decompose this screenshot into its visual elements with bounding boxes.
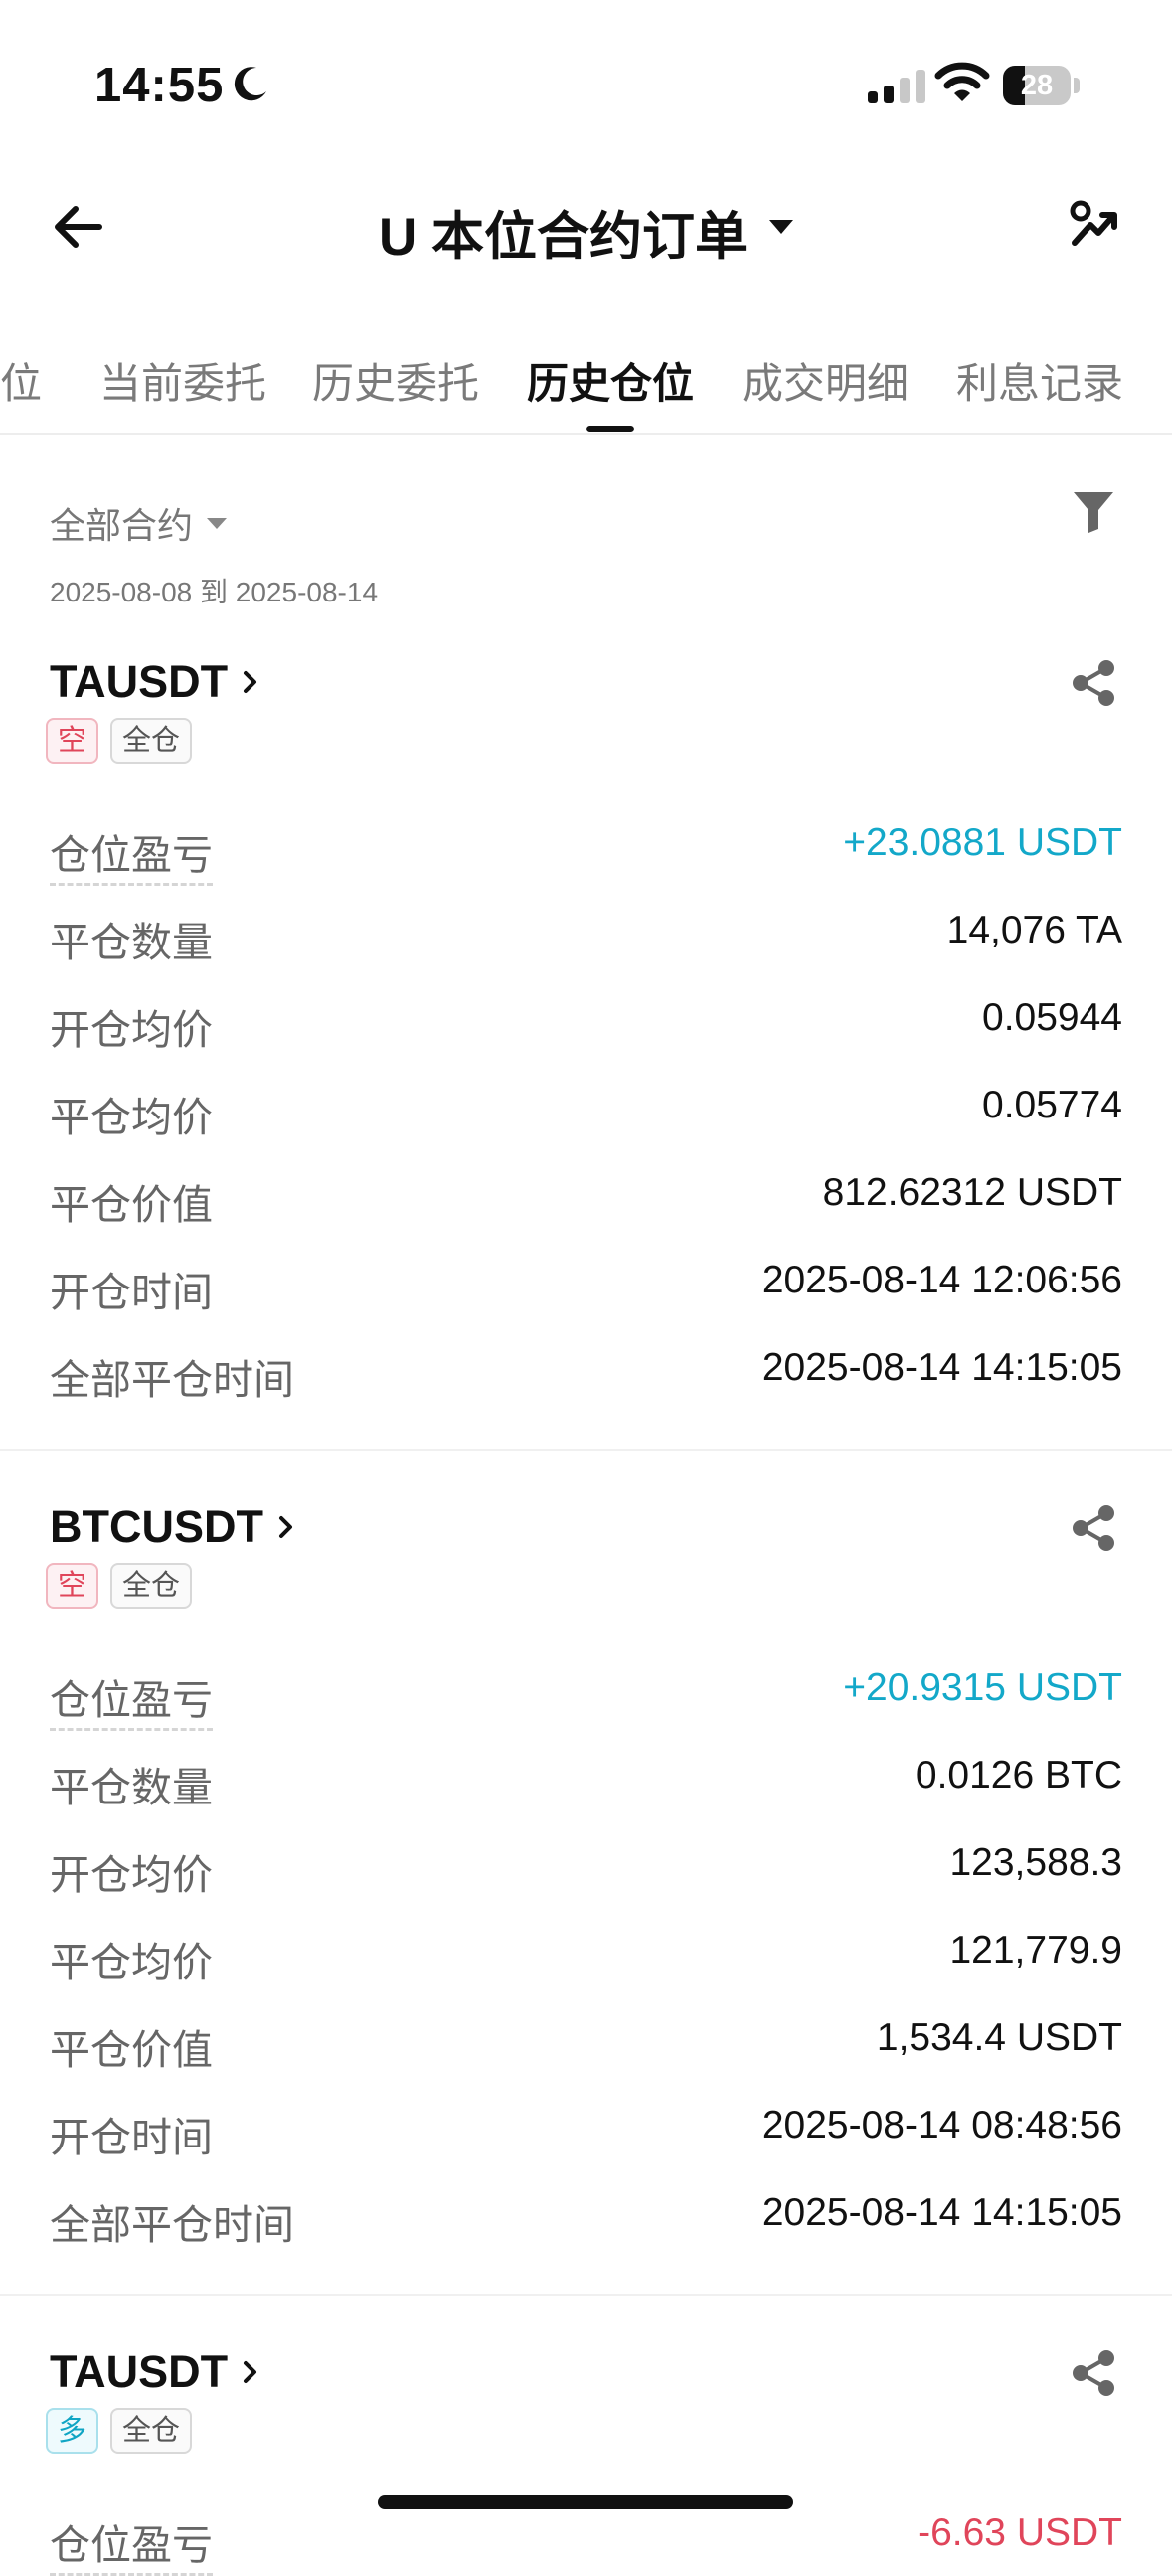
chevron-right-icon: [278, 1516, 292, 1538]
share-icon[interactable]: [1069, 1503, 1118, 1553]
symbol-name: BTCUSDT: [50, 1501, 263, 1552]
chevron-down-icon: [769, 220, 793, 234]
pnl-label[interactable]: 仓位盈亏: [50, 1666, 213, 1731]
status-bar: 14:55 28: [0, 0, 1172, 169]
pnl-row: 仓位盈亏 +20.9315 USDT: [50, 1666, 1122, 1731]
symbol-name: TAUSDT: [50, 656, 229, 707]
close-avg-label: 平仓均价: [50, 1095, 213, 1140]
close-time-label: 全部平仓时间: [50, 2202, 294, 2248]
position-tags: 空 全仓: [46, 718, 193, 764]
open-time-label: 开仓时间: [50, 2115, 213, 2160]
pnl-label[interactable]: 仓位盈亏: [50, 821, 213, 886]
close-qty-label: 平仓数量: [50, 920, 213, 965]
cellular-signal-icon: [868, 70, 925, 103]
pnl-value: +20.9315 USDT: [843, 1666, 1122, 1709]
open-avg-value: 0.05944: [982, 996, 1122, 1039]
page-title-dropdown[interactable]: U 本位合约订单: [0, 195, 1172, 270]
symbol-link[interactable]: BTCUSDT: [50, 1501, 297, 1553]
battery-tip: [1074, 78, 1080, 93]
close-avg-value: 0.05774: [982, 1084, 1122, 1126]
open-avg-label: 开仓均价: [50, 1007, 213, 1053]
battery-level: 28: [1020, 70, 1054, 101]
contract-filter-label: 全部合约: [50, 505, 194, 546]
close-qty-value: 0.0126 BTC: [915, 1754, 1122, 1797]
tab-position-history[interactable]: 历史仓位: [527, 350, 694, 411]
open-avg-row: 开仓均价 123,588.3: [50, 1841, 1122, 1901]
position-tags: 空 全仓: [46, 1563, 193, 1609]
close-time-value: 2025-08-14 14:15:05: [761, 2191, 1122, 2234]
open-time-row: 开仓时间 2025-08-14 08:48:56: [50, 2104, 1122, 2163]
open-time-value: 2025-08-14 08:48:56: [761, 2104, 1122, 2147]
battery-icon: 28: [1003, 66, 1071, 105]
side-badge: 空: [46, 1563, 99, 1609]
open-avg-label: 开仓均价: [50, 1852, 213, 1898]
close-qty-row: 平仓数量 0.0126 BTC: [50, 1754, 1122, 1813]
tab-positions[interactable]: 仓位: [0, 350, 42, 411]
tab-trade-history[interactable]: 成交明细: [742, 350, 909, 411]
moon-icon: [234, 67, 266, 101]
contract-filter-dropdown[interactable]: 全部合约: [50, 497, 228, 549]
close-value-label: 平仓价值: [50, 2027, 213, 2073]
date-range: 2025-08-08 到 2025-08-14: [50, 577, 379, 607]
margin-mode-badge: 全仓: [110, 718, 193, 764]
close-time-row: 全部平仓时间 2025-08-14 14:15:05: [50, 2191, 1122, 2251]
tab-open-orders[interactable]: 当前委托: [99, 350, 266, 411]
pnl-row: 仓位盈亏 -6.63 USDT: [50, 2511, 1122, 2576]
tab-interest-records[interactable]: 利息记录: [956, 350, 1123, 411]
wifi-icon: [934, 62, 990, 101]
card-divider: [0, 2294, 1172, 2296]
open-avg-value: 123,588.3: [949, 1841, 1122, 1884]
open-time-row: 开仓时间 2025-08-14 12:06:56: [50, 1259, 1122, 1318]
pnl-value: +23.0881 USDT: [843, 821, 1122, 864]
close-avg-row: 平仓均价 121,779.9: [50, 1929, 1122, 1988]
close-time-value: 2025-08-14 14:15:05: [761, 1346, 1122, 1389]
pnl-label[interactable]: 仓位盈亏: [50, 2511, 213, 2576]
pnl-value: -6.63 USDT: [918, 2511, 1122, 2554]
pnl-row: 仓位盈亏 +23.0881 USDT: [50, 821, 1122, 886]
page-title: U 本位合约订单: [379, 208, 748, 266]
open-avg-row: 开仓均价 0.05944: [50, 996, 1122, 1056]
symbol-link[interactable]: TAUSDT: [50, 656, 261, 708]
symbol-name: TAUSDT: [50, 2346, 229, 2397]
margin-mode-badge: 全仓: [110, 2408, 193, 2454]
close-value-value: 1,534.4 USDT: [876, 2016, 1122, 2059]
close-qty-value: 14,076 TA: [946, 909, 1122, 951]
share-icon[interactable]: [1069, 658, 1118, 708]
close-value-row: 平仓价值 812.62312 USDT: [50, 1171, 1122, 1231]
active-tab-indicator: [586, 426, 634, 432]
position-tags: 多 全仓: [46, 2408, 193, 2454]
share-analysis-icon[interactable]: [1069, 199, 1118, 249]
filter-icon[interactable]: [1072, 489, 1115, 535]
tab-order-history[interactable]: 历史委托: [312, 350, 479, 411]
close-avg-label: 平仓均价: [50, 1940, 213, 1985]
status-time: 14:55: [94, 59, 225, 112]
close-avg-row: 平仓均价 0.05774: [50, 1084, 1122, 1143]
margin-mode-badge: 全仓: [110, 1563, 193, 1609]
symbol-link[interactable]: TAUSDT: [50, 2346, 261, 2398]
share-icon[interactable]: [1069, 2348, 1118, 2398]
close-value-row: 平仓价值 1,534.4 USDT: [50, 2016, 1122, 2076]
side-badge: 空: [46, 718, 99, 764]
close-value-value: 812.62312 USDT: [822, 1171, 1122, 1214]
close-time-label: 全部平仓时间: [50, 1357, 294, 1403]
close-time-row: 全部平仓时间 2025-08-14 14:15:05: [50, 1346, 1122, 1406]
close-qty-row: 平仓数量 14,076 TA: [50, 909, 1122, 968]
chevron-right-icon: [244, 671, 257, 693]
side-badge: 多: [46, 2408, 99, 2454]
card-divider: [0, 1449, 1172, 1451]
tab-bar: 仓位 当前委托 历史委托 历史仓位 成交明细 利息记录: [0, 338, 1172, 435]
open-time-value: 2025-08-14 12:06:56: [761, 1259, 1122, 1301]
chevron-right-icon: [244, 2361, 257, 2383]
chevron-down-icon: [207, 517, 228, 529]
open-time-label: 开仓时间: [50, 1270, 213, 1315]
close-qty-label: 平仓数量: [50, 1765, 213, 1810]
close-avg-value: 121,779.9: [949, 1929, 1122, 1972]
close-value-label: 平仓价值: [50, 1182, 213, 1228]
home-indicator[interactable]: [378, 2495, 793, 2509]
